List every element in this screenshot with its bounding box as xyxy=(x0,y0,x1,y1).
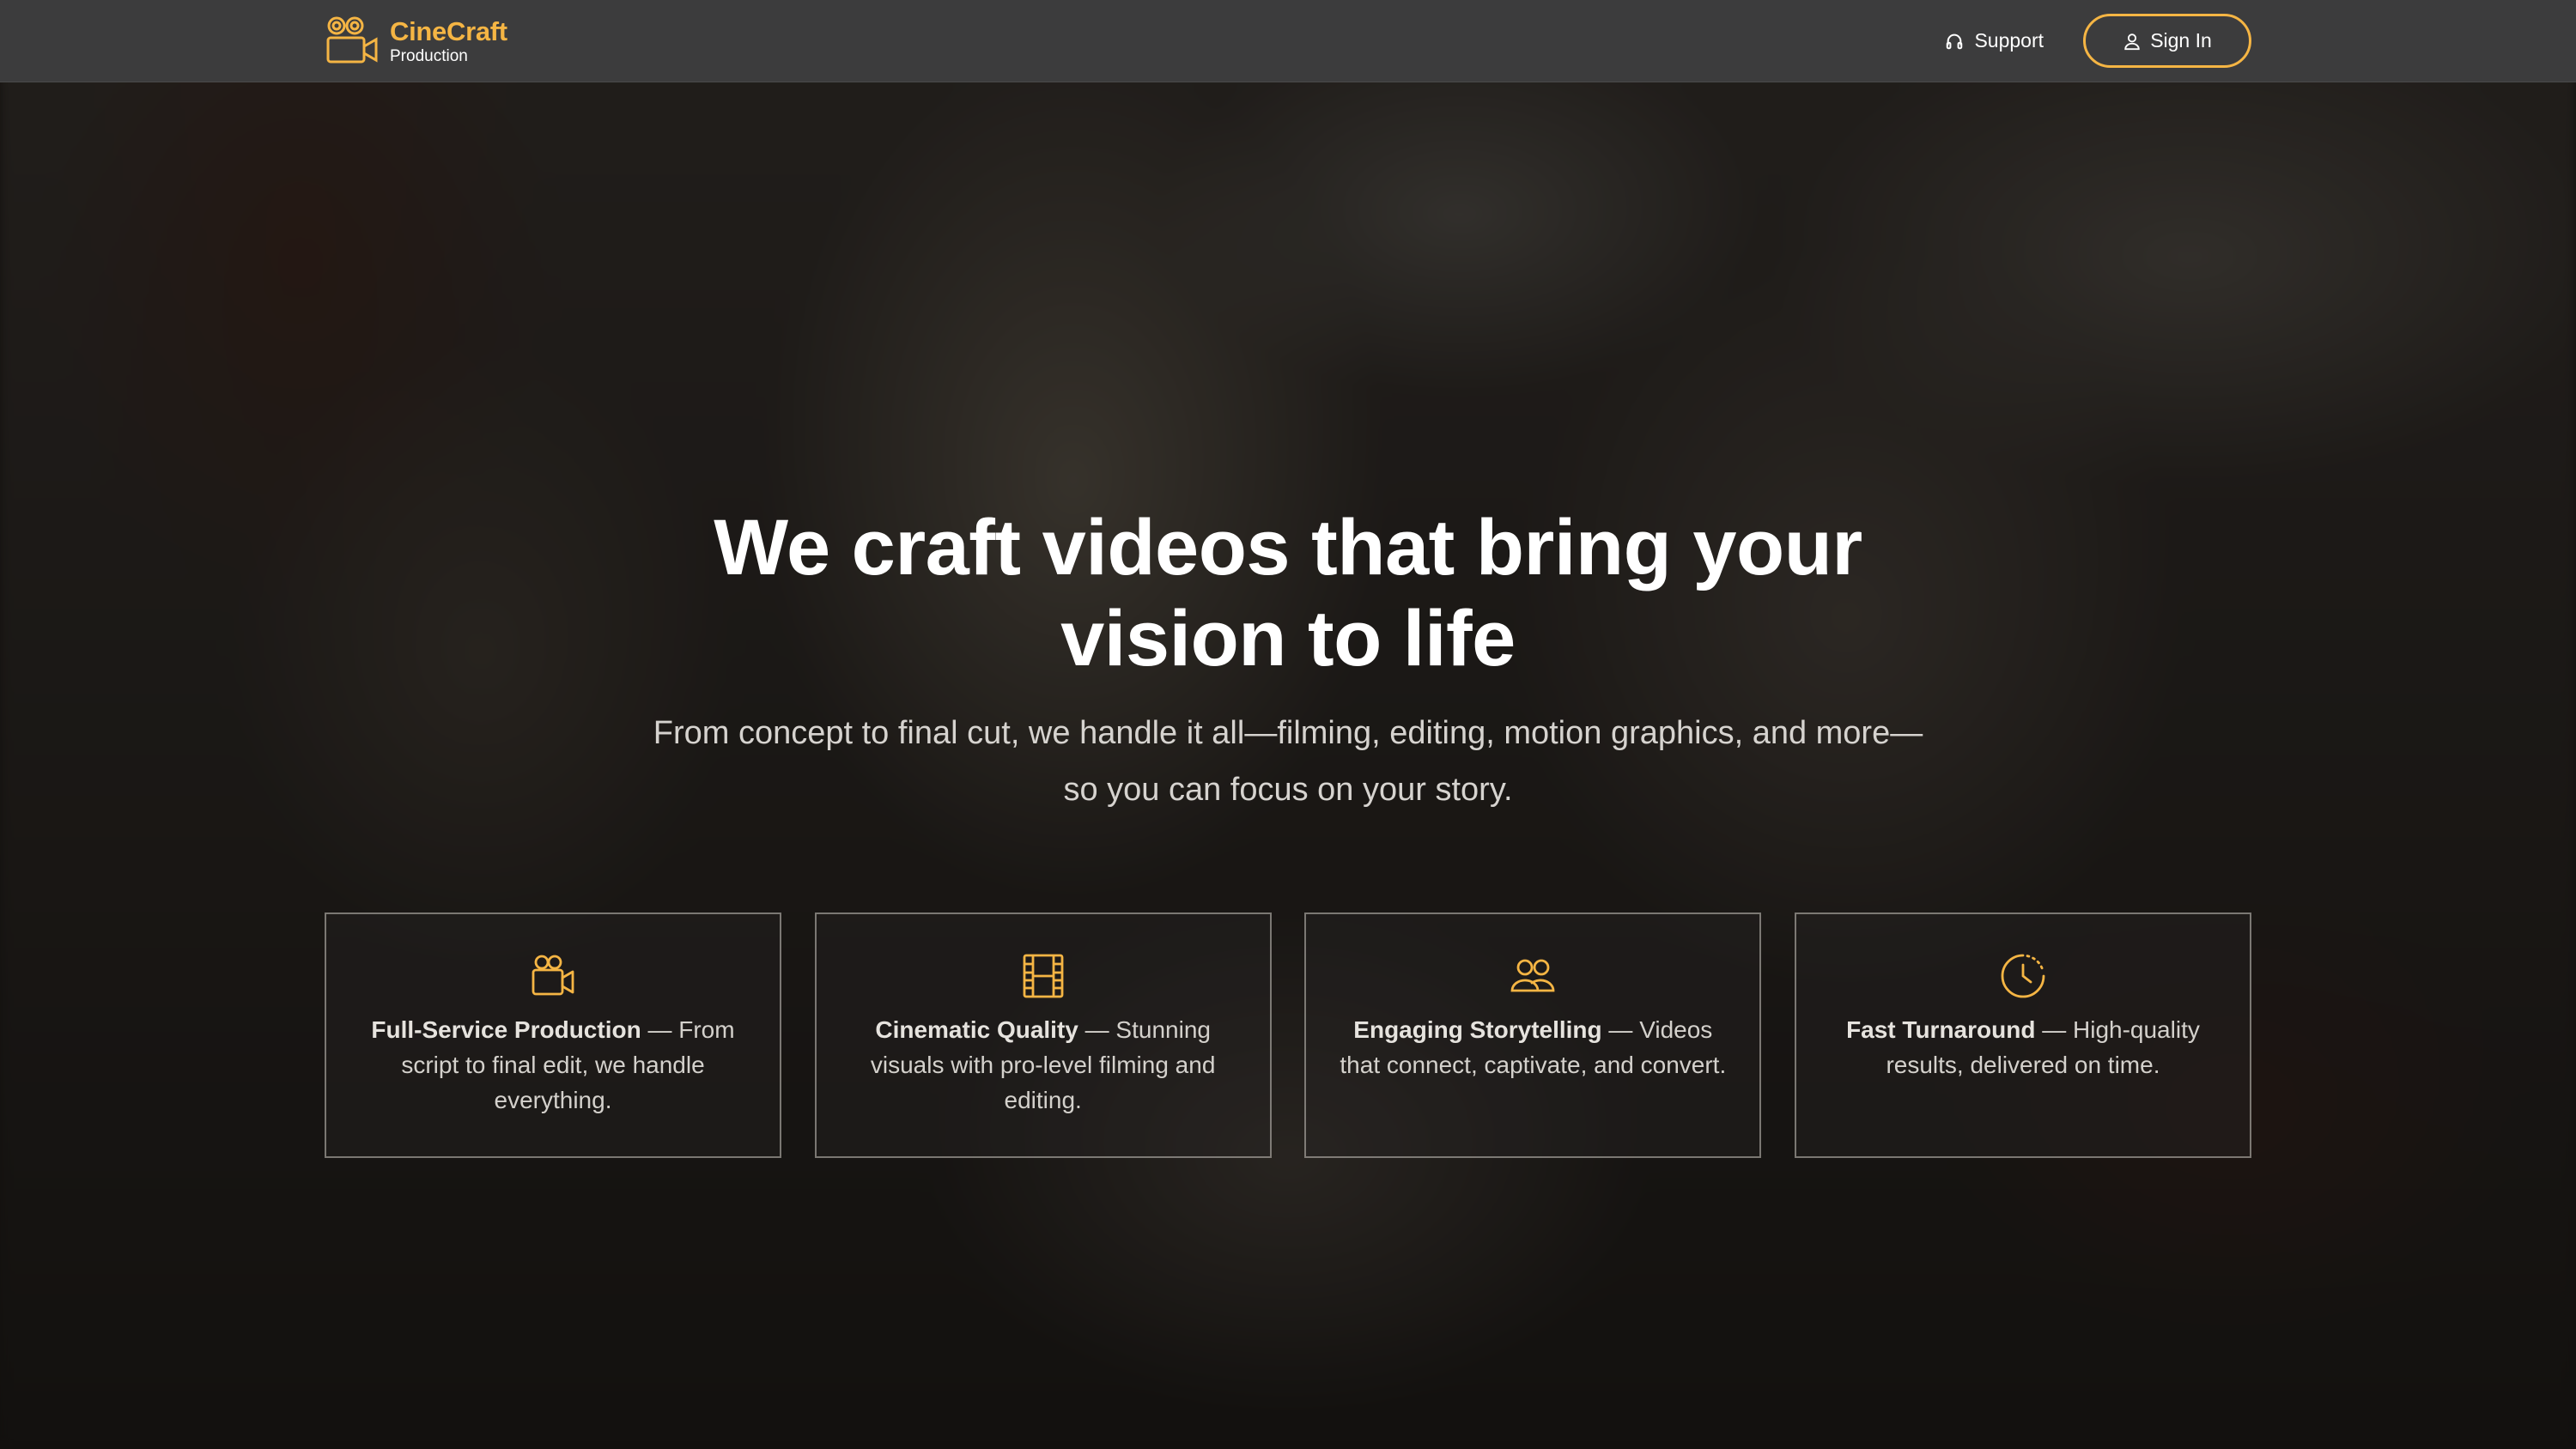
feature-card-storytelling: Engaging Storytelling — Videos that conn… xyxy=(1304,912,1762,1158)
feature-separator: — xyxy=(1078,1016,1116,1043)
users-icon xyxy=(1510,959,1555,992)
sign-in-label: Sign In xyxy=(2150,29,2212,52)
hero-subtitle-line-2: so you can focus on your story. xyxy=(1063,772,1513,808)
hero-title-line-2: vision to life xyxy=(1060,595,1516,682)
video-camera-icon xyxy=(532,955,574,996)
top-navbar: CineCraft Production Support Sign In xyxy=(0,0,2576,82)
nav-actions: Support Sign In xyxy=(1945,13,2251,69)
feature-separator: — xyxy=(641,1016,679,1043)
feature-card-turnaround: Fast Turnaround — High-quality results, … xyxy=(1794,912,2251,1158)
brand-name: CineCraft xyxy=(390,16,507,46)
support-link[interactable]: Support xyxy=(1945,29,2044,52)
feature-title: Fast Turnaround xyxy=(1846,1016,2036,1043)
hero-title: We craft videos that bring your vision t… xyxy=(687,502,1889,684)
brand-logo-link[interactable]: CineCraft Production xyxy=(325,15,507,67)
user-icon xyxy=(2124,33,2140,50)
feature-title: Full-Service Production xyxy=(371,1016,641,1043)
clock-icon xyxy=(2001,954,2045,998)
brand-subtitle: Production xyxy=(390,47,468,65)
film-strip-icon xyxy=(1023,954,1064,998)
feature-text: Engaging Storytelling — Videos that conn… xyxy=(1330,1012,1735,1082)
feature-separator: — xyxy=(1601,1016,1640,1043)
feature-text: Full-Service Production — From script to… xyxy=(350,1012,756,1118)
feature-text: Fast Turnaround — High-quality results, … xyxy=(1820,1012,2226,1082)
feature-title: Cinematic Quality xyxy=(875,1016,1078,1043)
hero-title-line-1: We craft videos that bring your xyxy=(714,504,1862,591)
feature-card-production: Full-Service Production — From script to… xyxy=(325,912,781,1158)
hero-subtitle-line-1: From concept to final cut, we handle it … xyxy=(653,715,1923,751)
feature-card-quality: Cinematic Quality — Stunning visuals wit… xyxy=(814,912,1272,1158)
feature-separator: — xyxy=(2035,1016,2073,1043)
movie-camera-icon xyxy=(326,16,378,64)
landing-page: CineCraft Production Support Sign In We … xyxy=(0,0,2576,1449)
support-label: Support xyxy=(1974,29,2044,52)
hero-subtitle: From concept to final cut, we handle it … xyxy=(644,705,1932,818)
headphones-icon xyxy=(1947,33,1963,49)
sign-in-button[interactable]: Sign In xyxy=(2083,14,2251,68)
hero-section: We craft videos that bring your vision t… xyxy=(0,502,2576,818)
features-row: Full-Service Production — From script to… xyxy=(325,912,2251,1158)
feature-title: Engaging Storytelling xyxy=(1353,1016,1602,1043)
feature-text: Cinematic Quality — Stunning visuals wit… xyxy=(841,1012,1246,1118)
